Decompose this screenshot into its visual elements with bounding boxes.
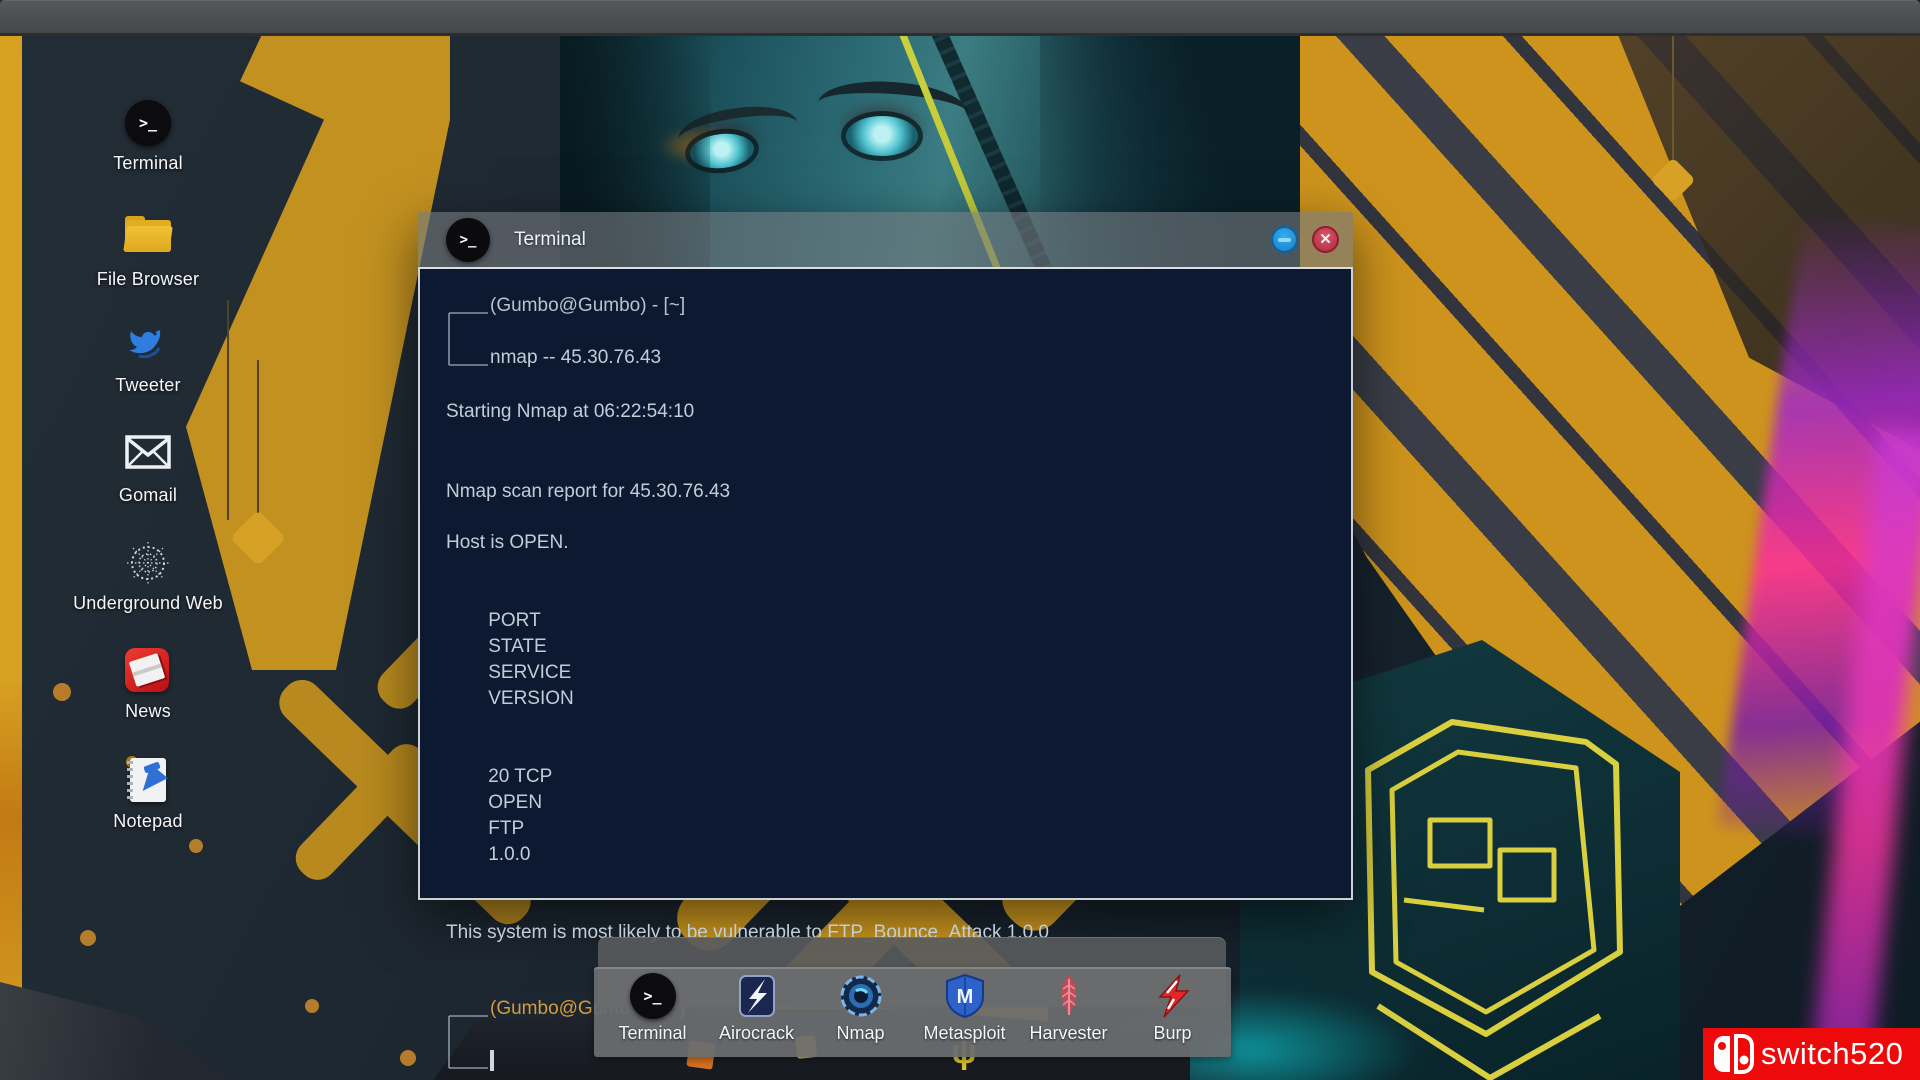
table-row: 20 TCP OPEN FTP 1.0.0 xyxy=(446,738,1331,894)
desktop-icon-gomail[interactable]: Gomail xyxy=(38,432,258,506)
prompt-user: (Gumbo@Gumbo) - [~] xyxy=(490,293,685,319)
bird-icon xyxy=(125,322,171,368)
prompt-tree-icon xyxy=(446,301,492,377)
minimize-button[interactable] xyxy=(1271,226,1298,253)
terminal-icon: >_ xyxy=(446,218,490,262)
close-icon: ✕ xyxy=(1319,232,1332,247)
desktop-icon-terminal[interactable]: >_ Terminal xyxy=(38,100,258,174)
desktop-icon-label: File Browser xyxy=(38,269,258,290)
news-icon xyxy=(125,648,169,692)
notepad-icon xyxy=(130,758,166,802)
desktop-icon-label: Underground Web xyxy=(38,593,258,614)
desktop-icon-label: Gomail xyxy=(38,485,258,506)
dock-item-airocrack[interactable]: Airocrack xyxy=(707,973,807,1044)
desktop-icon-underground-web[interactable]: Underground Web xyxy=(38,540,258,614)
desktop-icon-label: Tweeter xyxy=(38,375,258,396)
metasploit-shield-icon: M xyxy=(942,973,988,1019)
prompt-tree-icon xyxy=(446,1004,492,1080)
nmap-eye-icon xyxy=(838,973,884,1019)
desktop-icon-tweeter[interactable]: Tweeter xyxy=(38,322,258,396)
desktop-icon-label: Terminal xyxy=(38,153,258,174)
dock: >_ Terminal Airocrack Nmap xyxy=(594,967,1231,1057)
desktop-icon-column: >_ Terminal File Browser Tweeter Gomail xyxy=(38,0,258,1080)
prompt-input xyxy=(490,1048,494,1074)
terminal-prompt-block: (Gumbo@Gumbo) - [~] nmap -- 45.30.76.43 xyxy=(446,293,1331,371)
folder-icon xyxy=(125,216,171,252)
terminal-icon: >_ xyxy=(630,973,676,1019)
close-button[interactable]: ✕ xyxy=(1312,226,1339,253)
envelope-icon xyxy=(125,432,171,472)
terminal-output-line: Starting Nmap at 06:22:54:10 xyxy=(446,399,1331,425)
switch-logo-icon xyxy=(1711,1034,1755,1074)
desktop-icon-label: Notepad xyxy=(38,811,258,832)
dock-item-burp[interactable]: Burp xyxy=(1123,973,1223,1044)
burp-bolt-icon xyxy=(1150,973,1196,1019)
scan-results-table: PORT STATE SERVICE VERSION 20 TCP OPEN F… xyxy=(446,582,1331,894)
terminal-body[interactable]: (Gumbo@Gumbo) - [~] nmap -- 45.30.76.43 … xyxy=(418,267,1353,900)
terminal-output-line: Host is OPEN. xyxy=(446,530,1331,556)
harvester-feather-icon xyxy=(1046,973,1092,1019)
desktop-icon-news[interactable]: News xyxy=(38,648,258,722)
window-title: Terminal xyxy=(514,229,586,251)
badge-text: switch520 xyxy=(1761,1036,1903,1072)
terminal-titlebar[interactable]: >_ Terminal ✕ xyxy=(418,212,1353,267)
table-header-row: PORT STATE SERVICE VERSION xyxy=(446,582,1331,738)
terminal-cursor xyxy=(490,1050,494,1071)
dock-item-harvester[interactable]: Harvester xyxy=(1019,973,1119,1044)
airocrack-shield-icon xyxy=(734,973,780,1019)
dark-web-icon xyxy=(125,540,171,586)
desktop-icon-label: News xyxy=(38,701,258,722)
prompt-command: nmap -- 45.30.76.43 xyxy=(490,345,661,371)
dock-item-nmap[interactable]: Nmap xyxy=(811,973,911,1044)
terminal-output-line: Nmap scan report for 45.30.76.43 xyxy=(446,479,1331,505)
terminal-icon: >_ xyxy=(125,100,171,146)
desktop-icon-notepad[interactable]: Notepad xyxy=(38,758,258,832)
svg-text:M: M xyxy=(956,986,973,1008)
minimize-icon xyxy=(1278,238,1291,242)
dock-item-terminal[interactable]: >_ Terminal xyxy=(603,973,703,1044)
top-window-bar[interactable] xyxy=(0,0,1920,36)
dock-item-metasploit[interactable]: M Metasploit xyxy=(915,973,1015,1044)
terminal-window: >_ Terminal ✕ (Gumbo@Gumbo) - [~] nmap -… xyxy=(418,212,1353,900)
desktop-icon-file-browser[interactable]: File Browser xyxy=(38,210,258,290)
switch520-badge: switch520 xyxy=(1703,1028,1920,1080)
